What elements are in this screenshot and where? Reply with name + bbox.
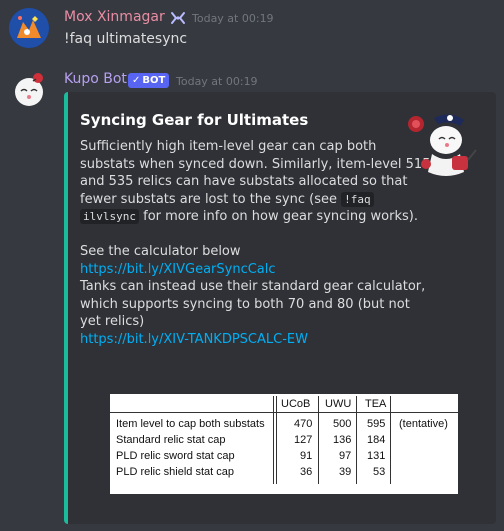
table-cell: Item level to cap both substats xyxy=(116,418,265,430)
username[interactable]: Kupo Bot xyxy=(64,71,127,87)
table-cell: 131 xyxy=(367,450,386,462)
table-cell: 53 xyxy=(373,466,386,478)
table-cell: 97 xyxy=(339,450,352,462)
desc-line: yet relics) xyxy=(80,314,145,329)
user-avatar[interactable] xyxy=(9,8,49,48)
gear-sync-calc-link[interactable]: https://bit.ly/XIVGearSyncCalc xyxy=(80,261,400,279)
table-cell: 595 xyxy=(367,418,386,430)
embed-description: Sufficiently high item-level gear can ca… xyxy=(80,138,431,349)
desc-line: Tanks can instead use their standard gea… xyxy=(80,279,426,294)
timestamp: Today at 00:19 xyxy=(176,75,258,88)
table-cell: 39 xyxy=(339,466,352,478)
avatar-image xyxy=(9,8,49,48)
table-cell: 36 xyxy=(300,466,313,478)
sync-table-image[interactable]: UCoB UWU TEA Item level to cap both subs… xyxy=(110,394,458,494)
username[interactable]: Mox Xinmagar xyxy=(64,9,165,25)
embed: Syncing Gear for Ultimates Sufficiently … xyxy=(64,92,496,524)
desc-line: See the calculator below xyxy=(80,244,241,259)
moogle-thumbnail-icon[interactable] xyxy=(402,108,484,190)
table-cell: PLD relic shield stat cap xyxy=(116,466,234,478)
moogle-avatar-icon xyxy=(15,73,43,106)
timestamp: Today at 00:19 xyxy=(192,12,274,25)
table-row: Standard relic stat cap 127 136 184 xyxy=(110,432,458,448)
table-header: TEA xyxy=(365,398,387,410)
desc-text: for more info on how gear syncing works)… xyxy=(138,209,418,224)
inline-code: ilvlsync xyxy=(80,209,139,224)
table-cell: 500 xyxy=(333,418,352,430)
table-header-row: UCoB UWU TEA xyxy=(110,396,458,412)
desc-line: and 535 relics can have substats allocat… xyxy=(80,174,408,189)
bot-badge: ✓ BOT xyxy=(128,73,170,88)
table-row: Item level to cap both substats 470 500 … xyxy=(110,416,458,432)
message-text: !faq ultimatesync xyxy=(64,31,188,47)
table-header: UCoB xyxy=(281,398,311,410)
table-cell: 91 xyxy=(300,450,313,462)
owner-link-icon xyxy=(170,10,186,24)
desc-line: fewer substats are lost to the sync (see… xyxy=(80,191,400,209)
table-cell: PLD relic sword stat cap xyxy=(116,450,235,462)
table-cell: 127 xyxy=(294,434,313,446)
embed-accent-bar xyxy=(64,92,68,524)
table-cell: 136 xyxy=(333,434,352,446)
table-row: PLD relic sword stat cap 91 97 131 xyxy=(110,448,458,464)
table-cell: 470 xyxy=(294,418,313,430)
desc-line: substats when synced down. Similarly, it… xyxy=(80,156,431,172)
embed-title: Syncing Gear for Ultimates xyxy=(80,111,309,129)
table-cell: Standard relic stat cap xyxy=(116,434,226,446)
desc-line: ilvlsync for more info on how gear synci… xyxy=(80,208,418,226)
inline-code: !faq xyxy=(341,191,374,207)
desc-line: which supports syncing to both 70 and 80… xyxy=(80,296,410,312)
tank-calc-link[interactable]: https://bit.ly/XIV-TANKDPSCALC-EW xyxy=(80,331,400,349)
table-header: UWU xyxy=(325,398,352,410)
desc-text: fewer substats are lost to the sync (see xyxy=(80,191,337,207)
table-cell: (tentative) xyxy=(399,418,448,430)
bot-badge-label: BOT xyxy=(142,75,166,86)
table-row: PLD relic shield stat cap 36 39 53 xyxy=(110,464,458,480)
check-icon: ✓ xyxy=(132,75,141,86)
table-cell: 184 xyxy=(367,434,386,446)
bot-avatar[interactable] xyxy=(9,70,49,110)
desc-line: Sufficiently high item-level gear can ca… xyxy=(80,139,377,154)
